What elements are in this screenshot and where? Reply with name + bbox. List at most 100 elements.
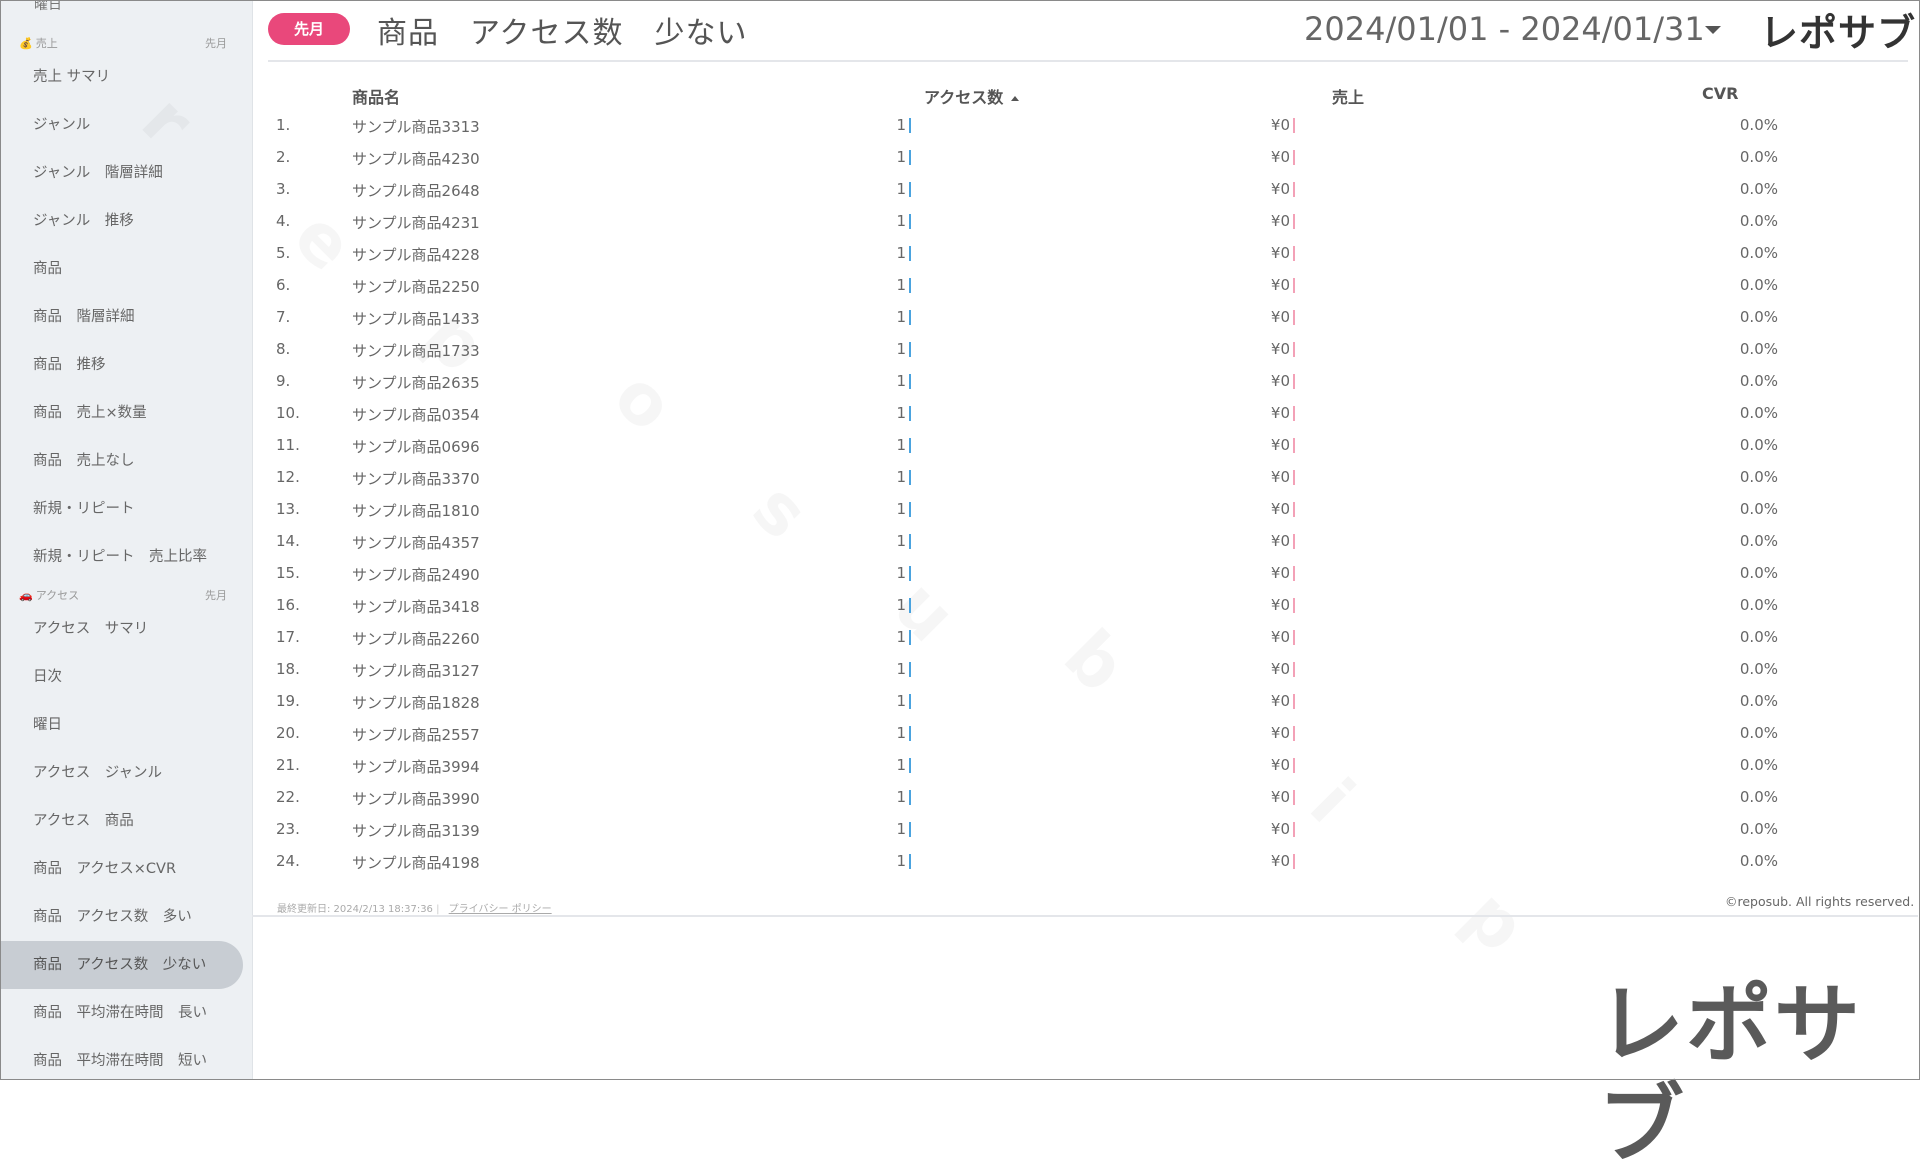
table-row[interactable]: 2. サンプル商品4230 1 ¥0 0.0% xyxy=(268,148,1908,180)
table-row[interactable]: 13. サンプル商品1810 1 ¥0 0.0% xyxy=(268,500,1908,532)
cvr-cell: 0.0% xyxy=(1739,468,1778,486)
table-row[interactable]: 16. サンプル商品3418 1 ¥0 0.0% xyxy=(268,596,1908,628)
sidebar-item[interactable]: 商品 売上なし xyxy=(1,437,243,485)
footer-divider xyxy=(252,915,1918,917)
table-row[interactable]: 20. サンプル商品2557 1 ¥0 0.0% xyxy=(268,724,1908,756)
table-row[interactable]: 17. サンプル商品2260 1 ¥0 0.0% xyxy=(268,628,1908,660)
column-header-access[interactable]: アクセス数 xyxy=(924,84,1020,108)
sales-cell: ¥0 xyxy=(1270,724,1290,742)
rank-cell: 19. xyxy=(276,692,300,710)
section-title: 売上 xyxy=(35,37,58,50)
access-count-cell: 1 xyxy=(896,820,906,838)
sales-bar xyxy=(1293,374,1295,389)
section-period: 先月 xyxy=(205,37,227,50)
table-row[interactable]: 5. サンプル商品4228 1 ¥0 0.0% xyxy=(268,244,1908,276)
table-row[interactable]: 14. サンプル商品4357 1 ¥0 0.0% xyxy=(268,532,1908,564)
column-header-sales[interactable]: 売上 xyxy=(1332,84,1364,108)
product-name-cell: サンプル商品3990 xyxy=(352,790,480,808)
cvr-cell: 0.0% xyxy=(1739,628,1778,646)
table-row[interactable]: 22. サンプル商品3990 1 ¥0 0.0% xyxy=(268,788,1908,820)
column-header-name[interactable]: 商品名 xyxy=(352,84,400,108)
sidebar-item[interactable]: 日次 xyxy=(1,653,243,701)
access-bar xyxy=(909,438,911,453)
table-row[interactable]: 10. サンプル商品0354 1 ¥0 0.0% xyxy=(268,404,1908,436)
period-pill-button[interactable]: 先月 xyxy=(268,13,350,45)
sidebar-item[interactable]: 商品 階層詳細 xyxy=(1,293,243,341)
sales-cell: ¥0 xyxy=(1270,180,1290,198)
sidebar-item[interactable]: 売上 サマリ xyxy=(1,53,243,101)
access-bar xyxy=(909,246,911,261)
sidebar-item[interactable]: 商品 アクセス×CVR xyxy=(1,845,243,893)
access-bar xyxy=(909,662,911,677)
rank-cell: 22. xyxy=(276,788,300,806)
access-count-cell: 1 xyxy=(896,276,906,294)
product-name-cell: サンプル商品3313 xyxy=(352,118,480,136)
access-count-cell: 1 xyxy=(896,404,906,422)
rank-cell: 21. xyxy=(276,756,300,774)
table-row[interactable]: 24. サンプル商品4198 1 ¥0 0.0% xyxy=(268,852,1908,884)
product-name-cell: サンプル商品4228 xyxy=(352,246,480,264)
table-row[interactable]: 19. サンプル商品1828 1 ¥0 0.0% xyxy=(268,692,1908,724)
access-bar xyxy=(909,694,911,709)
rank-cell: 24. xyxy=(276,852,300,870)
table-row[interactable]: 23. サンプル商品3139 1 ¥0 0.0% xyxy=(268,820,1908,852)
sidebar-item[interactable]: 商品 アクセス数 少ない xyxy=(1,941,243,989)
access-bar xyxy=(909,182,911,197)
sidebar-item[interactable]: 商品 平均滞在時間 長い xyxy=(1,989,243,1037)
sidebar-item[interactable]: 商品 売上×数量 xyxy=(1,389,243,437)
sidebar-item[interactable]: 曜日 xyxy=(1,701,243,749)
sidebar-item[interactable]: 商品 アクセス数 多い xyxy=(1,893,243,941)
section-period: 先月 xyxy=(205,589,227,602)
sales-bar xyxy=(1293,726,1295,741)
sales-bar xyxy=(1293,822,1295,837)
access-count-cell: 1 xyxy=(896,692,906,710)
sidebar-item[interactable]: 商品 平均滞在時間 短い xyxy=(1,1037,243,1079)
cvr-cell: 0.0% xyxy=(1739,660,1778,678)
column-header-cvr[interactable]: CVR xyxy=(1702,84,1738,103)
header: 先月 商品 アクセス数 少ない 2024/01/01 - 2024/01/31 … xyxy=(252,0,1920,60)
section-header-sales: 💰 売上 先月 xyxy=(19,35,227,51)
access-bar xyxy=(909,470,911,485)
sidebar-item[interactable]: 新規・リピート 売上比率 xyxy=(1,533,243,581)
ranking-table: 商品名 アクセス数 売上 CVR 1. サンプル商品3313 1 ¥0 0.0% 2. サン… xyxy=(268,76,1908,890)
sidebar-item[interactable]: 新規・リピート xyxy=(1,485,243,533)
chevron-down-icon[interactable] xyxy=(1705,26,1721,34)
sales-bar xyxy=(1293,854,1295,869)
table-row[interactable]: 11. サンプル商品0696 1 ¥0 0.0% xyxy=(268,436,1908,468)
date-range-picker[interactable]: 2024/01/01 - 2024/01/31 xyxy=(1304,10,1705,48)
table-row[interactable]: 12. サンプル商品3370 1 ¥0 0.0% xyxy=(268,468,1908,500)
table-row[interactable]: 8. サンプル商品1733 1 ¥0 0.0% xyxy=(268,340,1908,372)
sales-cell: ¥0 xyxy=(1270,212,1290,230)
sales-cell: ¥0 xyxy=(1270,788,1290,806)
sidebar-item[interactable]: アクセス サマリ xyxy=(1,605,243,653)
sales-cell: ¥0 xyxy=(1270,116,1290,134)
table-row[interactable]: 18. サンプル商品3127 1 ¥0 0.0% xyxy=(268,660,1908,692)
sales-cell: ¥0 xyxy=(1270,692,1290,710)
product-name-cell: サンプル商品3418 xyxy=(352,598,480,616)
page-title: 商品 アクセス数 少ない xyxy=(377,16,748,51)
sort-ascending-icon xyxy=(1011,96,1020,101)
section-title: アクセス xyxy=(35,589,80,602)
table-row[interactable]: 21. サンプル商品3994 1 ¥0 0.0% xyxy=(268,756,1908,788)
product-name-cell: サンプル商品3127 xyxy=(352,662,480,680)
sidebar-item[interactable]: ジャンル xyxy=(1,101,243,149)
sidebar-item[interactable]: ジャンル 推移 xyxy=(1,197,243,245)
table-row[interactable]: 7. サンプル商品1433 1 ¥0 0.0% xyxy=(268,308,1908,340)
sidebar-item[interactable]: アクセス 商品 xyxy=(1,797,243,845)
sidebar-item[interactable]: ジャンル 階層詳細 xyxy=(1,149,243,197)
sidebar-item[interactable]: 商品 推移 xyxy=(1,341,243,389)
privacy-policy-link[interactable]: プライバシー ポリシー xyxy=(449,904,552,915)
cvr-cell: 0.0% xyxy=(1739,532,1778,550)
table-row[interactable]: 4. サンプル商品4231 1 ¥0 0.0% xyxy=(268,212,1908,244)
access-count-cell: 1 xyxy=(896,468,906,486)
sales-bar xyxy=(1293,694,1295,709)
table-row[interactable]: 9. サンプル商品2635 1 ¥0 0.0% xyxy=(268,372,1908,404)
table-row[interactable]: 1. サンプル商品3313 1 ¥0 0.0% xyxy=(268,116,1908,148)
sidebar-item[interactable]: アクセス ジャンル xyxy=(1,749,243,797)
sidebar-item[interactable]: 商品 xyxy=(1,245,243,293)
access-bar xyxy=(909,598,911,613)
sidebar-item-cut[interactable]: 曜日 xyxy=(34,1,62,14)
table-row[interactable]: 3. サンプル商品2648 1 ¥0 0.0% xyxy=(268,180,1908,212)
table-row[interactable]: 6. サンプル商品2250 1 ¥0 0.0% xyxy=(268,276,1908,308)
table-row[interactable]: 15. サンプル商品2490 1 ¥0 0.0% xyxy=(268,564,1908,596)
